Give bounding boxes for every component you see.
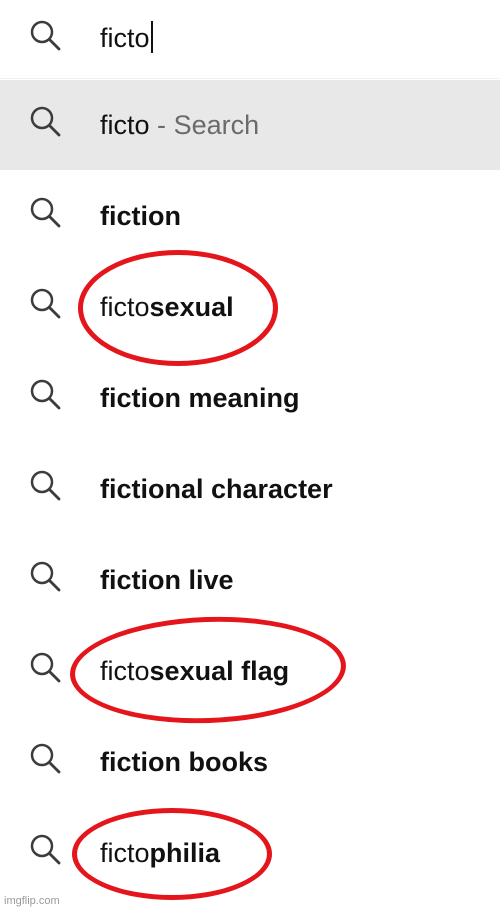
suggestion-row[interactable]: fictophilia	[0, 808, 500, 898]
suggestion-text: ficto - Search	[100, 112, 259, 139]
suggestion-text: fiction books	[100, 749, 268, 776]
suggestion-row[interactable]: fiction meaning	[0, 353, 500, 443]
suggestion-prefix: ficto	[100, 838, 150, 868]
suggestion-text: fiction meaning	[100, 385, 300, 412]
search-icon	[28, 286, 64, 322]
suggestion-prefix: ficto	[100, 292, 150, 322]
search-bar[interactable]: ficto	[0, 0, 500, 79]
search-icon	[28, 377, 64, 413]
search-query: ficto	[100, 23, 150, 53]
text-caret	[150, 21, 153, 53]
suggestion-text: fictosexual flag	[100, 658, 289, 685]
search-icon	[28, 741, 64, 777]
suggestion-text: fictional character	[100, 476, 333, 503]
search-icon	[28, 104, 64, 140]
suggestion-completion: philia	[149, 838, 221, 868]
watermark: imgflip.com	[4, 895, 60, 907]
suggestion-row[interactable]: fictosexual flag	[0, 626, 500, 716]
suggestion-row[interactable]: fictosexual	[0, 262, 500, 352]
suggestion-row[interactable]: fiction	[0, 171, 500, 261]
suggestion-completion: fictional character	[100, 474, 333, 504]
suggestion-completion: fiction books	[100, 747, 268, 777]
search-icon	[28, 468, 64, 504]
search-icon	[28, 18, 64, 54]
search-icon	[28, 650, 64, 686]
suggestion-text: fiction live	[100, 567, 234, 594]
search-icon	[28, 832, 64, 868]
search-icon	[28, 559, 64, 595]
suggestion-row[interactable]: fiction books	[0, 717, 500, 807]
suggestion-prefix: ficto	[100, 656, 150, 686]
suggestion-completion: sexual flag	[149, 656, 290, 686]
search-input[interactable]: ficto	[100, 21, 153, 53]
suggestion-completion: fiction meaning	[100, 383, 300, 413]
suggestion-action: Search	[173, 110, 260, 140]
suggestion-text: fictophilia	[100, 840, 220, 867]
suggestion-completion: sexual	[149, 292, 234, 322]
suggestion-query: ficto	[100, 110, 150, 140]
suggestion-row[interactable]: fiction live	[0, 535, 500, 625]
suggestion-text: fiction	[100, 203, 181, 230]
suggestion-search-row[interactable]: ficto - Search	[0, 80, 500, 170]
suggestion-completion: fiction	[100, 201, 181, 231]
suggestion-text: fictosexual	[100, 294, 234, 321]
suggestion-completion: fiction live	[100, 565, 234, 595]
suggestion-separator: -	[157, 110, 167, 140]
suggestion-row[interactable]: fictional character	[0, 444, 500, 534]
search-icon	[28, 195, 64, 231]
